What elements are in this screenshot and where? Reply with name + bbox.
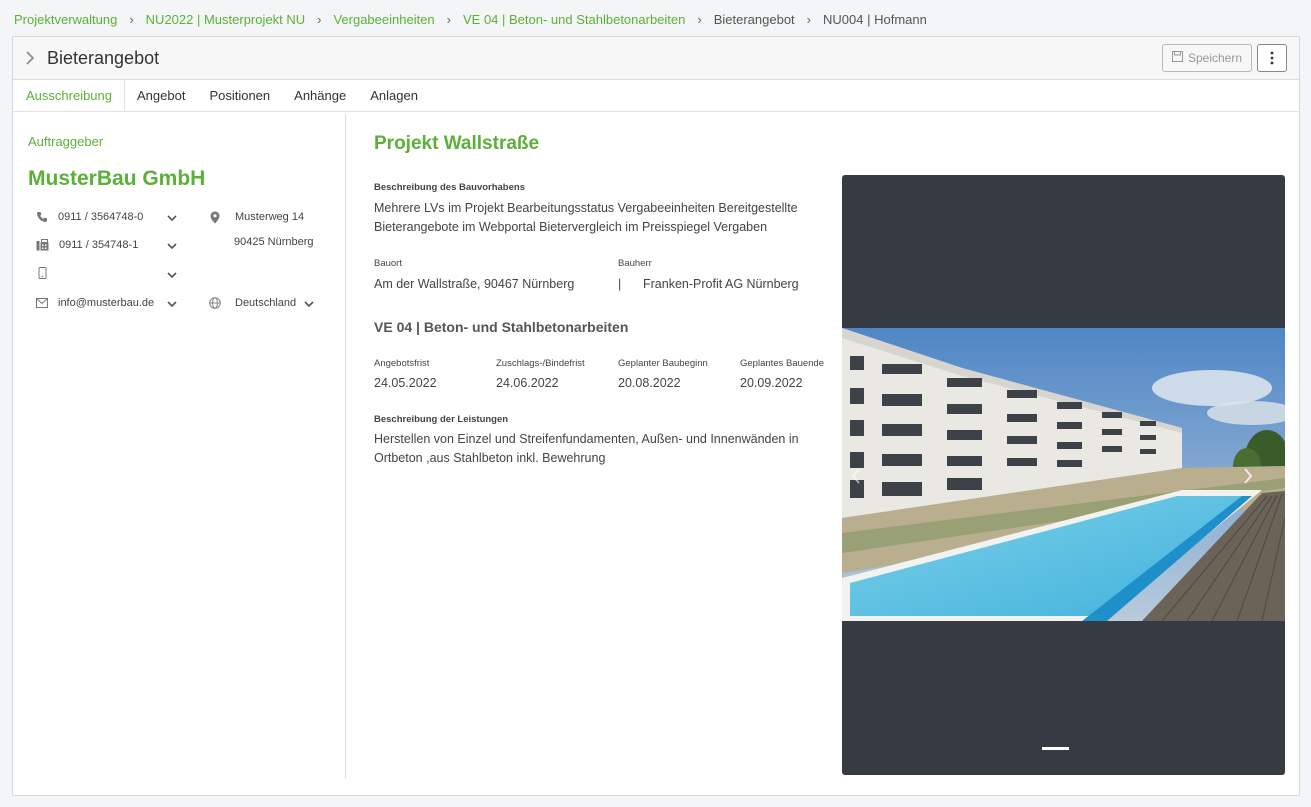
breadcrumb-current: NU004 | Hofmann [823,11,927,27]
client-panel: Auftraggeber MusterBau GmbH 0911 / 35647… [13,114,346,779]
breadcrumb-separator-icon: › [806,11,812,27]
fax-dropdown-chevron-down-icon[interactable] [166,241,178,251]
breadcrumb-separator-icon: › [129,11,134,27]
ve-title: VE 04 | Beton- und Stahlbetonarbeiten [374,319,629,335]
date-label-angebotsfrist: Angebotsfrist [374,358,430,369]
breadcrumb-ve[interactable]: VE 04 | Beton- und Stahlbetonarbeiten [463,12,685,27]
map-pin-icon [208,210,222,224]
mobile-icon [35,266,49,280]
date-value-bauende: 20.09.2022 [740,376,803,390]
tab-bar: Ausschreibung Angebot Positionen Anhänge… [13,80,1299,112]
bauherr-label: Bauherr [618,258,652,269]
fax-value: 0911 / 354748-1 [59,239,139,251]
country-row: Deutschland [208,296,296,310]
street-row: Musterweg 14 [208,210,304,224]
tab-anhaenge[interactable]: Anhänge [282,80,358,111]
bauvorhaben-description: Mehrere LVs im Projekt Bearbeitungsstatu… [374,201,798,234]
breadcrumb-project[interactable]: NU2022 | Musterprojekt NU [146,12,305,27]
breadcrumb-separator-icon: › [317,11,322,27]
date-label-zuschlagsfrist: Zuschlags-/Bindefrist [496,358,585,369]
bauort-label: Bauort [374,258,402,269]
date-value-angebotsfrist: 24.05.2022 [374,376,437,390]
leistungen-description: Herstellen von Einzel und Streifenfundam… [374,432,799,465]
email-value[interactable]: info@musterbau.de [58,297,154,309]
save-button-label: Speichern [1187,51,1243,65]
breadcrumb-bieterangebot: Bieterangebot [713,11,795,27]
breadcrumb-projektverwaltung[interactable]: Projektverwaltung [14,12,117,27]
leistungen-label: Beschreibung der Leistungen [374,414,509,425]
breadcrumb-separator-icon: › [446,11,451,27]
phone-row: 0911 / 3564748-0 [35,210,143,224]
tab-ausschreibung[interactable]: Ausschreibung [13,80,125,111]
bieterangebot-card: Bieterangebot Speichern Ausschreibung An… [12,36,1300,796]
bauvorhaben-label: Beschreibung des Bauvorhabens [374,182,525,193]
email-dropdown-chevron-down-icon[interactable] [166,299,178,309]
bauort-value: Am der Wallstraße, 90467 Nürnberg [374,277,575,291]
slider-next-arrow-icon[interactable] [1242,467,1254,485]
project-photo [842,328,1285,621]
globe-icon [208,296,222,310]
tab-positionen[interactable]: Positionen [197,80,282,111]
page-title: Bieterangebot [47,48,160,68]
phone-dropdown-chevron-down-icon[interactable] [166,213,178,223]
card-header: Bieterangebot Speichern [13,37,1299,80]
city-value: 90425 Nürnberg [234,236,314,248]
mobile-dropdown-chevron-down-icon[interactable] [166,270,178,280]
project-image-slider[interactable] [842,175,1285,775]
slider-indicator[interactable] [1042,747,1069,750]
breadcrumb-vergabeeinheiten[interactable]: Vergabeeinheiten [333,12,434,27]
save-button[interactable]: Speichern [1162,44,1252,72]
expand-chevron-icon[interactable] [25,50,35,66]
phone-icon [35,210,49,224]
tab-angebot[interactable]: Angebot [125,80,197,111]
slider-prev-arrow-icon[interactable] [850,467,862,485]
bauherr-value: Franken-Profit AG Nürnberg [643,277,799,291]
fax-icon [35,238,49,252]
breadcrumb: Projektverwaltung › NU2022 | Musterproje… [14,10,927,28]
date-value-baubeginn: 20.08.2022 [618,376,681,390]
date-value-zuschlagsfrist: 24.06.2022 [496,376,559,390]
date-label-bauende: Geplantes Bauende [740,358,824,369]
breadcrumb-separator-icon: › [697,11,702,27]
phone-value: 0911 / 3564748-0 [58,211,144,223]
date-label-baubeginn: Geplanter Baubeginn [618,358,708,369]
bauherr-separator: | [618,277,622,291]
company-name: MusterBau GmbH [28,167,206,190]
project-title: Projekt Wallstraße [374,133,540,154]
auftraggeber-label: Auftraggeber [28,134,104,149]
country-value: Deutschland [235,297,297,309]
envelope-icon [35,296,49,310]
mobile-row [35,266,58,280]
fax-row: 0911 / 354748-1 [35,238,138,252]
street-value: Musterweg 14 [235,211,305,223]
vertical-ellipsis-icon [1270,51,1274,65]
tab-anlagen[interactable]: Anlagen [358,80,430,111]
floppy-disk-icon [1171,51,1183,65]
country-dropdown-chevron-down-icon[interactable] [303,299,315,309]
email-row: info@musterbau.de [35,296,154,310]
more-options-button[interactable] [1257,44,1287,72]
